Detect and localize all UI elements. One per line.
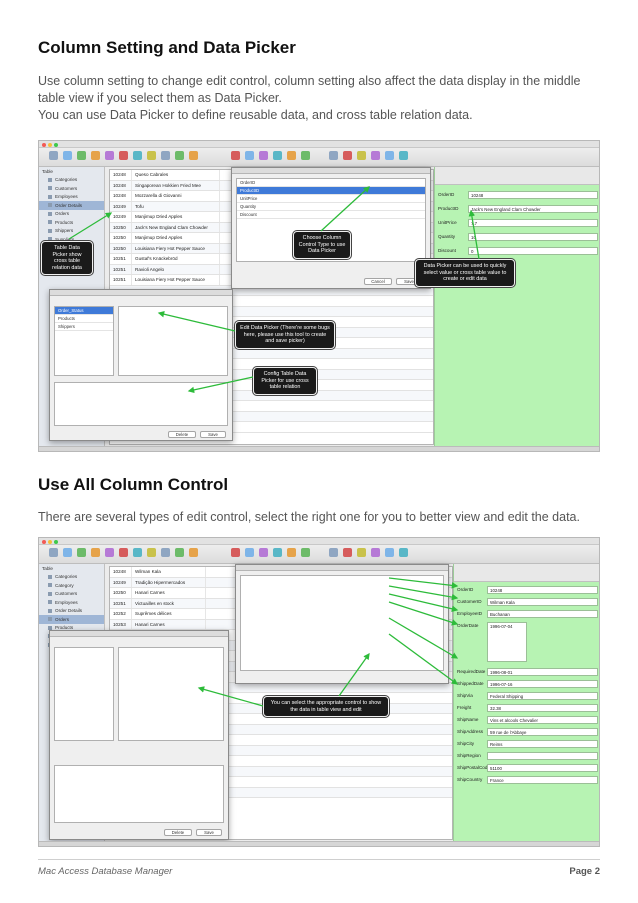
arrow: [388, 617, 459, 659]
status-bar: [39, 446, 599, 451]
footer-page-number: Page 2: [569, 866, 600, 877]
footer-divider: [38, 859, 600, 860]
callout-arrows: [68, 186, 480, 394]
arrow: [187, 376, 254, 394]
screenshot-column-control: Table Categories Category Customers Empl…: [38, 537, 600, 847]
callout-arrows: [197, 577, 459, 707]
status-bar: [39, 841, 599, 846]
section1-line-2: table view if you select them as Data Pi…: [38, 91, 282, 105]
arrow: [157, 311, 236, 332]
screenshot-column-setting: Table Categories Customers Employees Ord…: [38, 140, 600, 452]
arrow: [388, 601, 459, 626]
arrow: [338, 652, 370, 697]
section1-line-1: Use column setting to change edit contro…: [38, 74, 581, 88]
arrow: [388, 577, 459, 589]
section1-paragraph: Use column setting to change edit contro…: [38, 73, 608, 124]
arrow: [388, 633, 459, 685]
arrow: [468, 209, 480, 260]
section1-title: Column Setting and Data Picker: [38, 38, 296, 57]
section1-line-3: You can use Data Picker to define reusab…: [38, 108, 473, 122]
section2-title: Use All Column Control: [38, 475, 229, 494]
footer-app-name: Mac Access Database Manager: [38, 866, 173, 877]
arrow: [320, 186, 370, 232]
arrow: [197, 686, 264, 707]
section2-paragraph: There are several types of edit control,…: [38, 510, 580, 524]
arrow: [68, 212, 113, 240]
